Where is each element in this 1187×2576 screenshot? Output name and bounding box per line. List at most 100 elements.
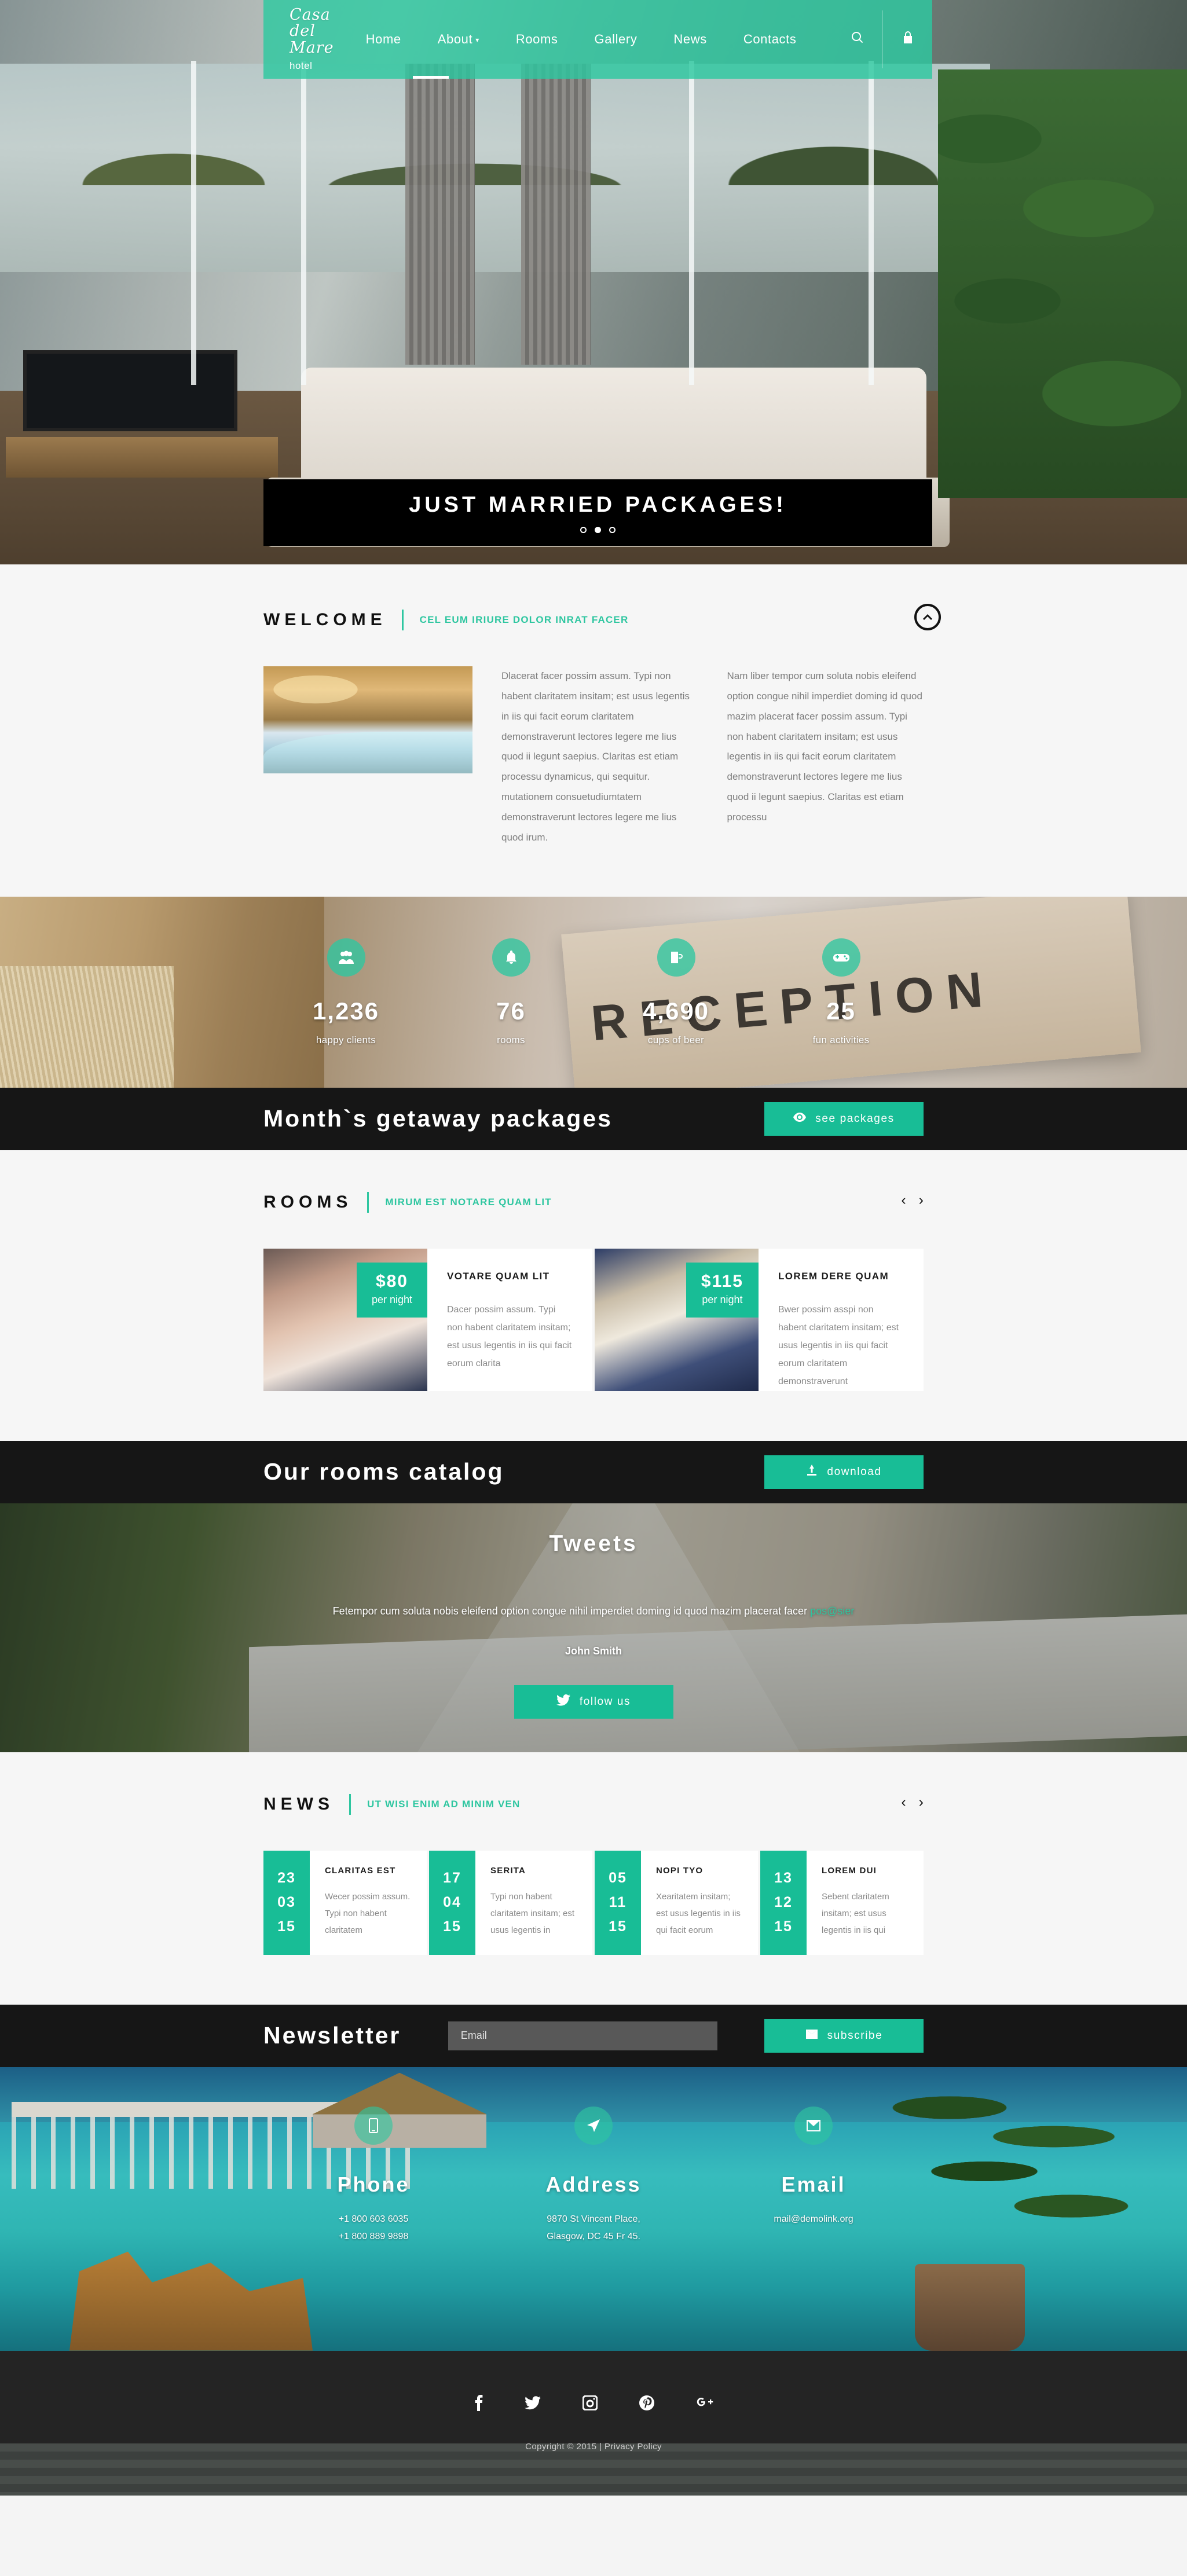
hero-scenery-mullion-4: [869, 61, 874, 385]
contact-line: 9870 St Vincent Place,: [547, 2214, 640, 2224]
hero-slider-dot-1[interactable]: [580, 526, 587, 533]
news-card[interactable]: 13 12 15 LOREM DUI Sebent claritatem ins…: [760, 1850, 924, 1955]
rooms-prev-arrow[interactable]: ‹: [901, 1192, 906, 1208]
rooms-title: ROOMS: [263, 1192, 353, 1212]
news-carousel-arrows: ‹ ›: [901, 1795, 924, 1810]
hero-scenery-mullion-2: [301, 61, 306, 385]
follow-us-button[interactable]: follow us: [514, 1685, 673, 1719]
news-card[interactable]: 23 03 15 CLARITAS EST Wecer possim assum…: [263, 1850, 427, 1955]
news-card[interactable]: 05 11 15 NOPI TYO Xearitatem insitam; es…: [595, 1850, 758, 1955]
lock-icon[interactable]: [883, 31, 933, 48]
room-description: Dacer possim assum. Typi non habent clar…: [447, 1304, 572, 1369]
news-card[interactable]: 17 04 15 SERITA Typi non habent claritat…: [429, 1850, 592, 1955]
news-day: 17: [443, 1870, 461, 1887]
follow-us-label: follow us: [579, 1696, 631, 1708]
nav-item-contacts[interactable]: Contacts: [743, 32, 797, 47]
hero-section: Casa del Mare hotel Home About ▾ Rooms Ga…: [0, 0, 1187, 564]
news-excerpt: Typi non habent claritatem insitam; est …: [490, 1891, 575, 1936]
facebook-icon[interactable]: [474, 2394, 483, 2412]
chevron-down-icon: ▾: [475, 36, 479, 44]
counter-value: 4,690: [642, 997, 710, 1025]
googleplus-icon[interactable]: [696, 2394, 713, 2412]
news-body: LOREM DUI Sebent claritatem insitam; est…: [807, 1851, 924, 1955]
contact-lines: +1 800 603 6035 +1 800 889 9898: [263, 2211, 483, 2246]
nav-item-gallery[interactable]: Gallery: [595, 32, 638, 47]
welcome-subtitle: CEL EUM IRIURE DOLOR INRAT FACER: [419, 614, 629, 625]
newsletter-section: Newsletter subscribe: [0, 2004, 1187, 2067]
counter-rooms: 76 rooms: [428, 938, 594, 1046]
news-grid: 23 03 15 CLARITAS EST Wecer possim assum…: [263, 1850, 924, 1955]
catalog-cta-title: Our rooms catalog: [263, 1458, 504, 1485]
nav-label-contacts: Contacts: [743, 32, 797, 46]
tweet-link[interactable]: pos@sier: [810, 1605, 854, 1617]
brand-subtitle: hotel: [290, 60, 313, 72]
subscribe-button[interactable]: subscribe: [764, 2019, 924, 2053]
welcome-container: WELCOME CEL EUM IRIURE DOLOR INRAT FACER…: [263, 604, 941, 848]
counter-label: rooms: [497, 1034, 525, 1045]
twitter-icon[interactable]: [525, 2394, 541, 2412]
welcome-paragraph-2: Nam liber tempor cum soluta nobis eleife…: [727, 670, 922, 823]
news-next-arrow[interactable]: ›: [919, 1795, 924, 1810]
room-card[interactable]: $80 per night VOTARE QUAM LIT Dacer poss…: [263, 1248, 592, 1391]
contact-lines: mail@demolink.org: [704, 2211, 924, 2228]
room-price: $80: [375, 1271, 408, 1291]
see-packages-button[interactable]: see packages: [764, 1102, 924, 1136]
search-icon[interactable]: [833, 31, 882, 48]
counter-cups-of-beer: 4,690 cups of beer: [594, 938, 759, 1046]
room-image: $115 per night: [595, 1248, 759, 1391]
eye-icon: [793, 1112, 807, 1125]
instagram-icon[interactable]: [582, 2394, 598, 2412]
nav-item-about[interactable]: About ▾: [438, 32, 479, 47]
site-footer: Copyright © 2015 | Privacy Policy: [0, 2350, 1187, 2496]
gamepad-icon: [822, 938, 860, 977]
nav-item-news[interactable]: News: [673, 32, 706, 47]
see-packages-label: see packages: [815, 1112, 895, 1125]
room-name: LOREM DERE QUAM: [778, 1270, 889, 1282]
counter-label: happy clients: [316, 1034, 376, 1045]
catalog-cta-inner: Our rooms catalog download: [263, 1455, 924, 1489]
social-links: [474, 2394, 713, 2412]
news-prev-arrow[interactable]: ‹: [901, 1795, 906, 1810]
chevron-up-icon[interactable]: [914, 604, 941, 630]
hero-slider-dot-2[interactable]: [595, 526, 601, 533]
counter-value: 1,236: [312, 997, 380, 1025]
rooms-grid: $80 per night VOTARE QUAM LIT Dacer poss…: [263, 1248, 924, 1391]
tweets-section: Tweets Fetempor cum soluta nobis eleifen…: [0, 1503, 1187, 1752]
hero-slider-dot-3[interactable]: [609, 526, 616, 533]
room-price: $115: [701, 1271, 743, 1291]
footer-copyright-wrap: Copyright © 2015 | Privacy Policy: [525, 2442, 662, 2452]
newsletter-email-input[interactable]: [448, 2021, 717, 2050]
room-price-tag: $115 per night: [686, 1262, 759, 1318]
room-card[interactable]: $115 per night LOREM DERE QUAM Bwer poss…: [595, 1248, 924, 1391]
news-month: 04: [443, 1894, 461, 1911]
news-month: 11: [609, 1894, 627, 1911]
contact-title: Phone: [337, 2172, 410, 2196]
download-label: download: [827, 1465, 882, 1478]
download-catalog-button[interactable]: download: [764, 1455, 924, 1489]
nav-label-gallery: Gallery: [594, 32, 638, 46]
rooms-next-arrow[interactable]: ›: [919, 1192, 924, 1208]
news-title: NEWS: [263, 1794, 334, 1814]
news-title-text: LOREM DUI: [822, 1865, 877, 1876]
nav-item-rooms[interactable]: Rooms: [516, 32, 558, 47]
pinterest-icon[interactable]: [639, 2394, 654, 2412]
counters-bg-straw: [0, 966, 174, 1088]
rooms-section: ROOMS MIRUM EST NOTARE QUAM LIT ‹ › $80 …: [0, 1150, 1187, 1441]
news-container: NEWS UT WISI ENIM AD MINIM VEN ‹ › 23 03…: [263, 1793, 924, 1955]
news-excerpt: Sebent claritatem insitam; est usus lege…: [822, 1891, 889, 1936]
welcome-text-column-1: Dlacerat facer possim assum. Typi non ha…: [501, 666, 698, 848]
hero-scenery-mullion-3: [689, 61, 694, 385]
hero-scenery-mullion-1: [191, 61, 196, 385]
tweet-author: John Smith: [565, 1645, 622, 1657]
news-date: 23 03 15: [263, 1850, 310, 1955]
contact-line: mail@demolink.org: [774, 2214, 853, 2224]
brand-logo[interactable]: Casa del Mare hotel: [263, 5, 334, 72]
news-date: 13 12 15: [760, 1850, 807, 1955]
room-image: $80 per night: [263, 1248, 427, 1391]
rooms-heading: ROOMS MIRUM EST NOTARE QUAM LIT ‹ ›: [263, 1191, 924, 1213]
tweet-text: Fetempor cum soluta nobis eleifend optio…: [263, 1601, 924, 1623]
contacts-row: Phone +1 800 603 6035 +1 800 889 9898 Ad…: [263, 2067, 924, 2246]
welcome-content-row: Dlacerat facer possim assum. Typi non ha…: [263, 666, 924, 848]
nav-item-home[interactable]: Home: [366, 32, 401, 47]
brand-name: Casa del Mare: [290, 5, 334, 57]
